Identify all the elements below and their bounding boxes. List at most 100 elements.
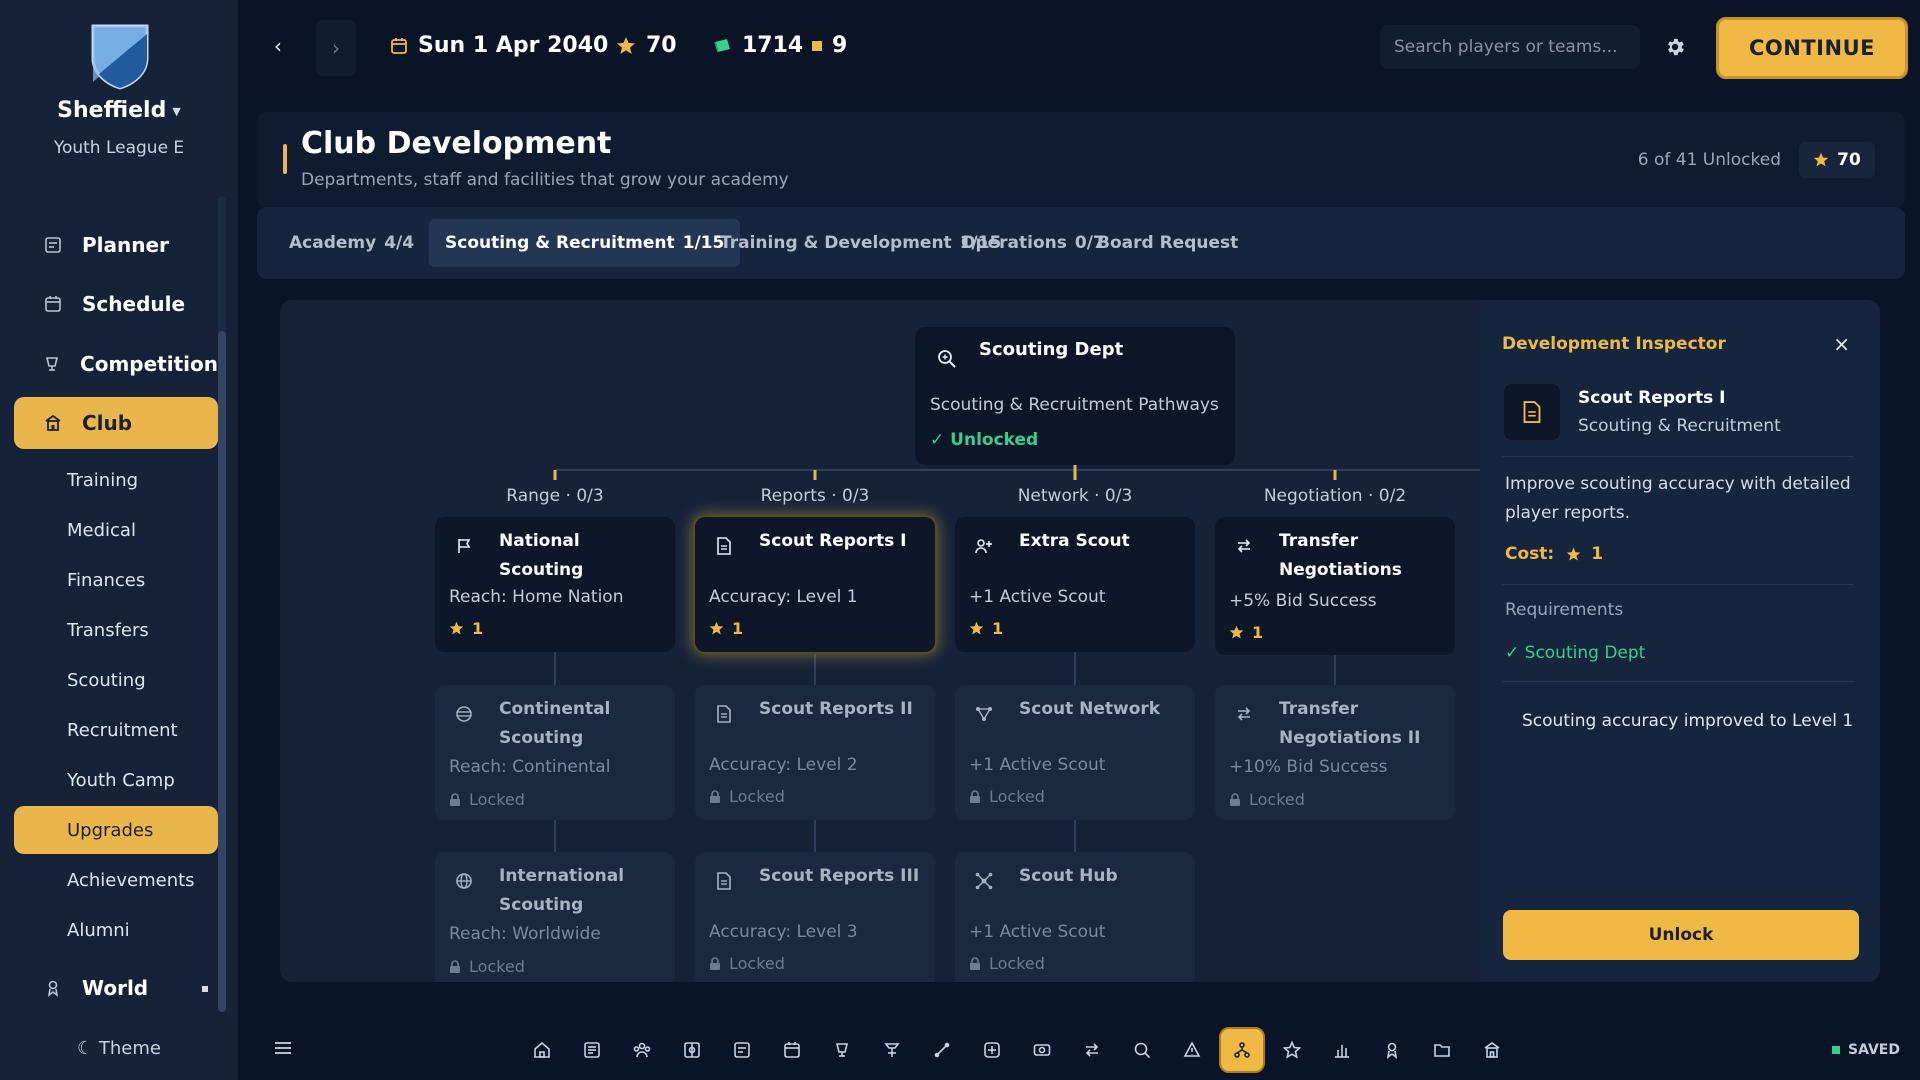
- node-title: Extra Scout: [1019, 531, 1130, 551]
- menu-icon[interactable]: [274, 1040, 292, 1056]
- close-icon[interactable]: ×: [1833, 332, 1850, 356]
- node-international-scouting[interactable]: International Scouting Reach: Worldwide …: [435, 852, 675, 982]
- finances-dock-button[interactable]: [1019, 1027, 1065, 1073]
- node-national-scouting[interactable]: National Scouting Reach: Home Nation 1: [435, 517, 675, 652]
- node-effect: Accuracy: Level 2: [709, 755, 858, 775]
- planner-dock-button[interactable]: [719, 1027, 765, 1073]
- back-button[interactable]: ‹: [266, 34, 290, 60]
- person-dock-button[interactable]: [1369, 1027, 1415, 1073]
- node-title: National Scouting: [499, 531, 584, 580]
- node-lock-status: Locked: [709, 954, 785, 973]
- nav-club[interactable]: Club: [14, 397, 218, 449]
- building-dock-button[interactable]: [1469, 1027, 1515, 1073]
- scouting-dock-button[interactable]: [1119, 1027, 1165, 1073]
- theme-toggle[interactable]: ☾ Theme: [0, 1038, 238, 1059]
- cost-value: 1: [472, 619, 484, 638]
- token-icon: [812, 40, 822, 51]
- magnify-icon: [937, 349, 957, 369]
- medical-dock-button[interactable]: [919, 1027, 965, 1073]
- transfers-dock-button[interactable]: [1069, 1027, 1115, 1073]
- tab-academy[interactable]: Academy 4/4: [273, 219, 430, 267]
- date-text: Sun 1 Apr 2040: [418, 33, 609, 58]
- development-tree[interactable]: Scouting Dept Scouting & Recruitment Pat…: [280, 300, 1480, 982]
- nav-world[interactable]: World: [14, 962, 218, 1014]
- node-transfer-negotiations[interactable]: Transfer Negotiations +5% Bid Success 1: [1215, 517, 1455, 655]
- news-dock-button[interactable]: [569, 1027, 615, 1073]
- subnav-achievements[interactable]: Achievements: [14, 856, 218, 904]
- building-icon: [42, 412, 64, 434]
- node-title: Scout Reports III: [759, 866, 920, 886]
- league-name: Youth League E: [53, 138, 185, 158]
- lock-icon: [710, 956, 720, 970]
- node-scout-hub[interactable]: Scout Hub +1 Active Scout Locked: [955, 852, 1195, 982]
- continue-button[interactable]: CONTINUE: [1716, 17, 1908, 79]
- inspector-cost: Cost: 1: [1505, 544, 1603, 564]
- forward-button[interactable]: ›: [316, 20, 356, 76]
- search-input[interactable]: [1380, 25, 1640, 69]
- sidebar-scrollbar[interactable]: [218, 196, 226, 1012]
- scrollbar-thumb[interactable]: [218, 331, 226, 1012]
- subnav-finances[interactable]: Finances: [14, 556, 218, 604]
- club-switcher[interactable]: Sheffield ▼: [0, 98, 238, 123]
- squad-dock-button[interactable]: [619, 1027, 665, 1073]
- folder-dock-button[interactable]: [1419, 1027, 1465, 1073]
- trophy-dock-button[interactable]: [819, 1027, 865, 1073]
- gear-icon[interactable]: [1664, 36, 1686, 58]
- node-lock-status: Locked: [969, 954, 1045, 973]
- cost-value: 1: [732, 619, 744, 638]
- calendar-dock-button[interactable]: [769, 1027, 815, 1073]
- subnav-training[interactable]: Training: [14, 456, 218, 504]
- subnav-youth-camp[interactable]: Youth Camp: [14, 756, 218, 804]
- node-scout-network[interactable]: Scout Network +1 Active Scout Locked: [955, 685, 1195, 820]
- tree-root-node[interactable]: Scouting Dept Scouting & Recruitment Pat…: [915, 327, 1235, 465]
- tactics-dock-button[interactable]: [669, 1027, 715, 1073]
- currency-text: 1714: [742, 33, 804, 58]
- unlock-button[interactable]: Unlock: [1503, 910, 1859, 960]
- subnav-alumni[interactable]: Alumni: [14, 906, 218, 954]
- subnav-scouting[interactable]: Scouting: [14, 656, 218, 704]
- node-effect: Accuracy: Level 1: [709, 587, 858, 607]
- nav-schedule[interactable]: Schedule: [14, 278, 218, 330]
- tab-label: Operations: [961, 233, 1067, 253]
- node-scout-reports-2[interactable]: Scout Reports II Accuracy: Level 2 Locke…: [695, 685, 935, 820]
- star-icon: [616, 36, 636, 56]
- stats-dock-button[interactable]: [1319, 1027, 1365, 1073]
- points-value: 70: [1837, 150, 1861, 170]
- node-title: International Scouting: [499, 866, 625, 915]
- folder-icon: [1434, 1044, 1450, 1057]
- node-transfer-negotiations-2[interactable]: Transfer Negotiations II +10% Bid Succes…: [1215, 685, 1455, 820]
- nav-competition[interactable]: Competition: [14, 338, 218, 390]
- node-scout-reports-3[interactable]: Scout Reports III Accuracy: Level 3 Lock…: [695, 852, 935, 982]
- add-person-icon: [973, 535, 995, 557]
- nav-label: Planner: [82, 233, 169, 257]
- subnav-transfers[interactable]: Transfers: [14, 606, 218, 654]
- node-continental-scouting[interactable]: Continental Scouting Reach: Continental …: [435, 685, 675, 820]
- star-dock-button[interactable]: [1269, 1027, 1315, 1073]
- recruitment-dock-button[interactable]: [1169, 1027, 1215, 1073]
- node-title: Scouting Dept: [979, 339, 1124, 360]
- calendar-icon: [390, 37, 408, 55]
- nav-planner[interactable]: Planner: [14, 219, 218, 271]
- node-scout-reports-1[interactable]: Scout Reports I Accuracy: Level 1 1: [695, 517, 935, 652]
- star-icon: [1283, 1041, 1301, 1059]
- subnav-medical[interactable]: Medical: [14, 506, 218, 554]
- star-icon: [1813, 152, 1829, 167]
- subnav-recruitment[interactable]: Recruitment: [14, 706, 218, 754]
- star-icon: [1229, 625, 1244, 639]
- subnav-upgrades[interactable]: Upgrades: [14, 806, 218, 854]
- tab-board-request[interactable]: Board Request: [1081, 219, 1254, 267]
- cost-value: 1: [1591, 544, 1604, 564]
- home-dock-button[interactable]: [519, 1027, 565, 1073]
- node-effect: +1 Active Scout: [969, 587, 1106, 607]
- tab-scouting-recruitment[interactable]: Scouting & Recruitment 1/15: [429, 219, 741, 267]
- lock-icon: [450, 959, 460, 973]
- node-extra-scout[interactable]: Extra Scout +1 Active Scout 1: [955, 517, 1195, 652]
- upgrades-icon: [1234, 1042, 1250, 1058]
- training-dock-button[interactable]: [869, 1027, 915, 1073]
- upgrades-dock-button[interactable]: [1219, 1027, 1265, 1073]
- tokens-text: 9: [832, 33, 848, 58]
- sidebar: Sheffield ▼ Youth League E Planner Schedu…: [0, 0, 238, 1080]
- category-tabs: Academy 4/4 Scouting & Recruitment 1/15 Tr…: [257, 207, 1905, 279]
- cost-value: 1: [1252, 623, 1264, 642]
- health-plus-dock-button[interactable]: [969, 1027, 1015, 1073]
